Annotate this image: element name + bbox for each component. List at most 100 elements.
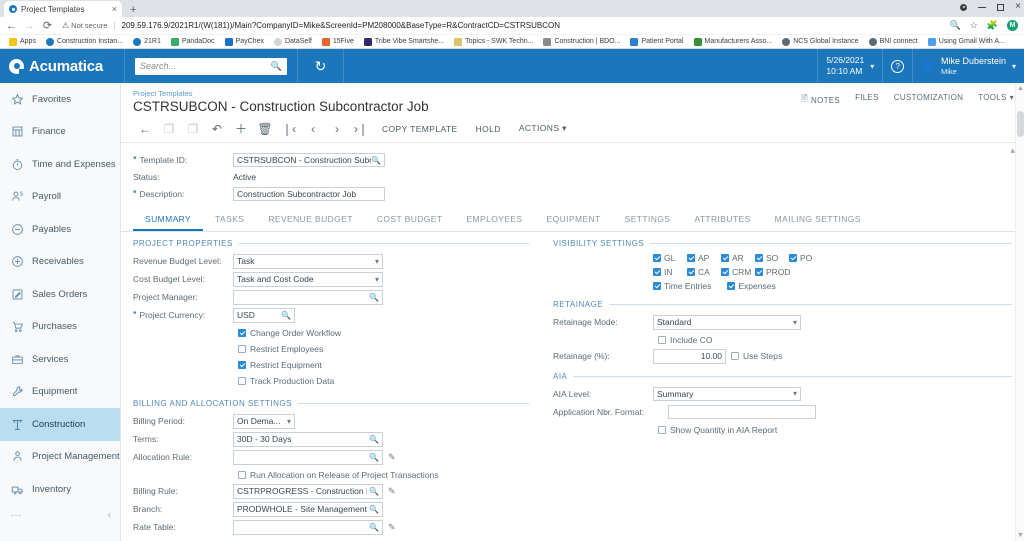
chevron-down-icon[interactable]: ▾	[793, 389, 797, 398]
tab-cost-budget[interactable]: COST BUDGET	[365, 207, 455, 231]
record-icon[interactable]	[960, 3, 968, 11]
tab-mailing-settings[interactable]: MAILING SETTINGS	[763, 207, 873, 231]
visibility-prod[interactable]: PROD	[755, 267, 791, 277]
chevron-down-icon[interactable]: ▾	[870, 62, 874, 71]
project-manager-input[interactable]: 🔍	[233, 290, 383, 305]
save-icon[interactable]: ❐	[157, 120, 181, 137]
breadcrumb[interactable]: Project Templates	[133, 89, 429, 98]
bookmark-item[interactable]: DataSelf	[269, 37, 317, 46]
ap-checkbox[interactable]	[687, 254, 695, 262]
last-record-icon[interactable]: ›❘	[349, 120, 373, 137]
chevron-down-icon[interactable]: ▾	[1012, 62, 1016, 71]
search-icon[interactable]: 🔍	[271, 61, 282, 72]
sidebar-item-payroll[interactable]: $ Payroll	[0, 181, 120, 214]
lookup-icon[interactable]: 🔍	[369, 523, 379, 532]
chevron-down-icon[interactable]: ▾	[375, 275, 379, 284]
restrict-employees-row[interactable]: Restrict Employees	[133, 341, 529, 357]
zoom-icon[interactable]: 🔍	[949, 20, 960, 31]
billing-period-select[interactable]: On Dema... ▾	[233, 414, 295, 429]
change-order-workflow-checkbox[interactable]	[238, 329, 246, 337]
sidebar-item-purchases[interactable]: Purchases	[0, 311, 120, 344]
lookup-icon[interactable]: 🔍	[369, 505, 379, 514]
bookmark-item[interactable]: Topics - SWK Techn...	[449, 37, 538, 46]
sidebar-item-sales-orders[interactable]: Sales Orders	[0, 278, 120, 311]
address-bar-input[interactable]: ⚠ Not secure | 209.59.176.9/2021R1/(W(18…	[60, 19, 942, 33]
close-tab-icon[interactable]: ×	[112, 4, 117, 14]
bookmark-item[interactable]: PandaDoc	[166, 37, 220, 46]
bookmark-item[interactable]: BNI connect	[864, 37, 923, 46]
copy-template-button[interactable]: COPY TEMPLATE	[373, 124, 467, 134]
visibility-in[interactable]: IN	[653, 267, 687, 277]
visibility-gl[interactable]: GL	[653, 253, 687, 263]
chevron-down-icon[interactable]: ▾	[375, 257, 379, 266]
save-close-icon[interactable]: ❐	[181, 120, 205, 137]
undo-icon[interactable]: ↶	[205, 120, 229, 137]
back-arrow-icon[interactable]: ←	[133, 120, 157, 137]
bookmark-item[interactable]: 15Five	[317, 37, 359, 46]
visibility-expenses[interactable]: Expenses	[727, 281, 776, 291]
maximize-icon[interactable]	[997, 3, 1005, 11]
tools-button[interactable]: TOOLS ▾	[978, 93, 1014, 102]
revenue-budget-level-select[interactable]: Task ▾	[233, 254, 383, 269]
delete-icon[interactable]: 🗑	[253, 120, 277, 137]
gl-checkbox[interactable]	[653, 254, 661, 262]
visibility-so[interactable]: SO	[755, 253, 789, 263]
time-entries-checkbox[interactable]	[653, 282, 661, 290]
extensions-icon[interactable]: 🧩	[987, 20, 998, 31]
retainage-mode-select[interactable]: Standard ▾	[653, 315, 801, 330]
so-checkbox[interactable]	[755, 254, 763, 262]
bookmark-item[interactable]: Construction Instan...	[41, 37, 128, 46]
tab-equipment[interactable]: EQUIPMENT	[535, 207, 613, 231]
prod-checkbox[interactable]	[755, 268, 763, 276]
sidebar-item-payables[interactable]: Payables	[0, 213, 120, 246]
allocation-rule-input[interactable]: 🔍	[233, 450, 383, 465]
sidebar-item-equipment[interactable]: Equipment	[0, 376, 120, 409]
not-secure-indicator[interactable]: ⚠ Not secure	[62, 21, 107, 30]
visibility-time-entries[interactable]: Time Entries	[653, 281, 711, 291]
ar-checkbox[interactable]	[721, 254, 729, 262]
show-quantity-aia-checkbox[interactable]	[658, 425, 666, 434]
change-order-workflow-row[interactable]: Change Order Workflow	[133, 325, 529, 341]
collapse-sidebar-icon[interactable]: ‹	[108, 510, 111, 521]
tab-revenue-budget[interactable]: REVENUE BUDGET	[256, 207, 364, 231]
sidebar-item-inventory[interactable]: Inventory	[0, 473, 120, 506]
bookmark-item[interactable]: NCS Global Instance	[777, 37, 863, 46]
search-input[interactable]	[140, 61, 271, 71]
lookup-icon[interactable]: 🔍	[369, 435, 379, 444]
create-pro-forma-row[interactable]: Create Pro Forma on Billing	[133, 537, 529, 541]
business-date-selector[interactable]: 5/26/2021 10:10 AM ▾	[817, 49, 882, 83]
expenses-checkbox[interactable]	[727, 282, 736, 290]
lookup-icon[interactable]: 🔍	[369, 453, 379, 462]
forward-icon[interactable]: →	[24, 20, 35, 32]
restrict-equipment-row[interactable]: Restrict Equipment	[133, 357, 529, 373]
user-menu[interactable]: 👤 Mike Duberstein Mike ▾	[912, 49, 1024, 83]
lookup-icon[interactable]: 🔍	[371, 156, 381, 165]
ca-checkbox[interactable]	[687, 268, 695, 276]
bookmark-item[interactable]: Apps	[4, 37, 41, 46]
minimize-icon[interactable]	[978, 6, 987, 8]
back-icon[interactable]: ←	[6, 20, 17, 32]
sidebar-item-construction[interactable]: Construction	[0, 408, 120, 441]
visibility-ca[interactable]: CA	[687, 267, 721, 277]
edit-pencil-icon[interactable]: ✎	[388, 522, 396, 533]
sidebar-item-time-and-expenses[interactable]: Time and Expenses	[0, 148, 120, 181]
visibility-crm[interactable]: CRM	[721, 267, 755, 277]
notes-button[interactable]: 🖹 NOTES	[801, 93, 840, 107]
include-co-checkbox[interactable]	[658, 336, 666, 344]
app-logo[interactable]: Acumatica	[0, 58, 124, 75]
previous-record-icon[interactable]: ‹	[301, 120, 325, 137]
bookmark-item[interactable]: Manufacturers Asso...	[689, 37, 778, 46]
profile-avatar[interactable]: M	[1007, 20, 1018, 31]
aia-level-select[interactable]: Summary ▾	[653, 386, 801, 401]
next-record-icon[interactable]: ›	[325, 120, 349, 137]
track-production-data-checkbox[interactable]	[238, 377, 246, 385]
sidebar-item-project-management[interactable]: Project Management	[0, 441, 120, 474]
tab-employees[interactable]: EMPLOYEES	[454, 207, 534, 231]
track-production-data-row[interactable]: Track Production Data	[133, 373, 529, 389]
cost-budget-level-select[interactable]: Task and Cost Code ▾	[233, 272, 383, 287]
visibility-ar[interactable]: AR	[721, 253, 755, 263]
more-menu-icon[interactable]: ···	[11, 510, 21, 521]
bookmark-item[interactable]: PayChex	[220, 37, 269, 46]
scroll-up-icon[interactable]: ▲	[1017, 85, 1024, 92]
show-quantity-aia-row[interactable]: Show Quantity in AIA Report	[553, 422, 1012, 438]
